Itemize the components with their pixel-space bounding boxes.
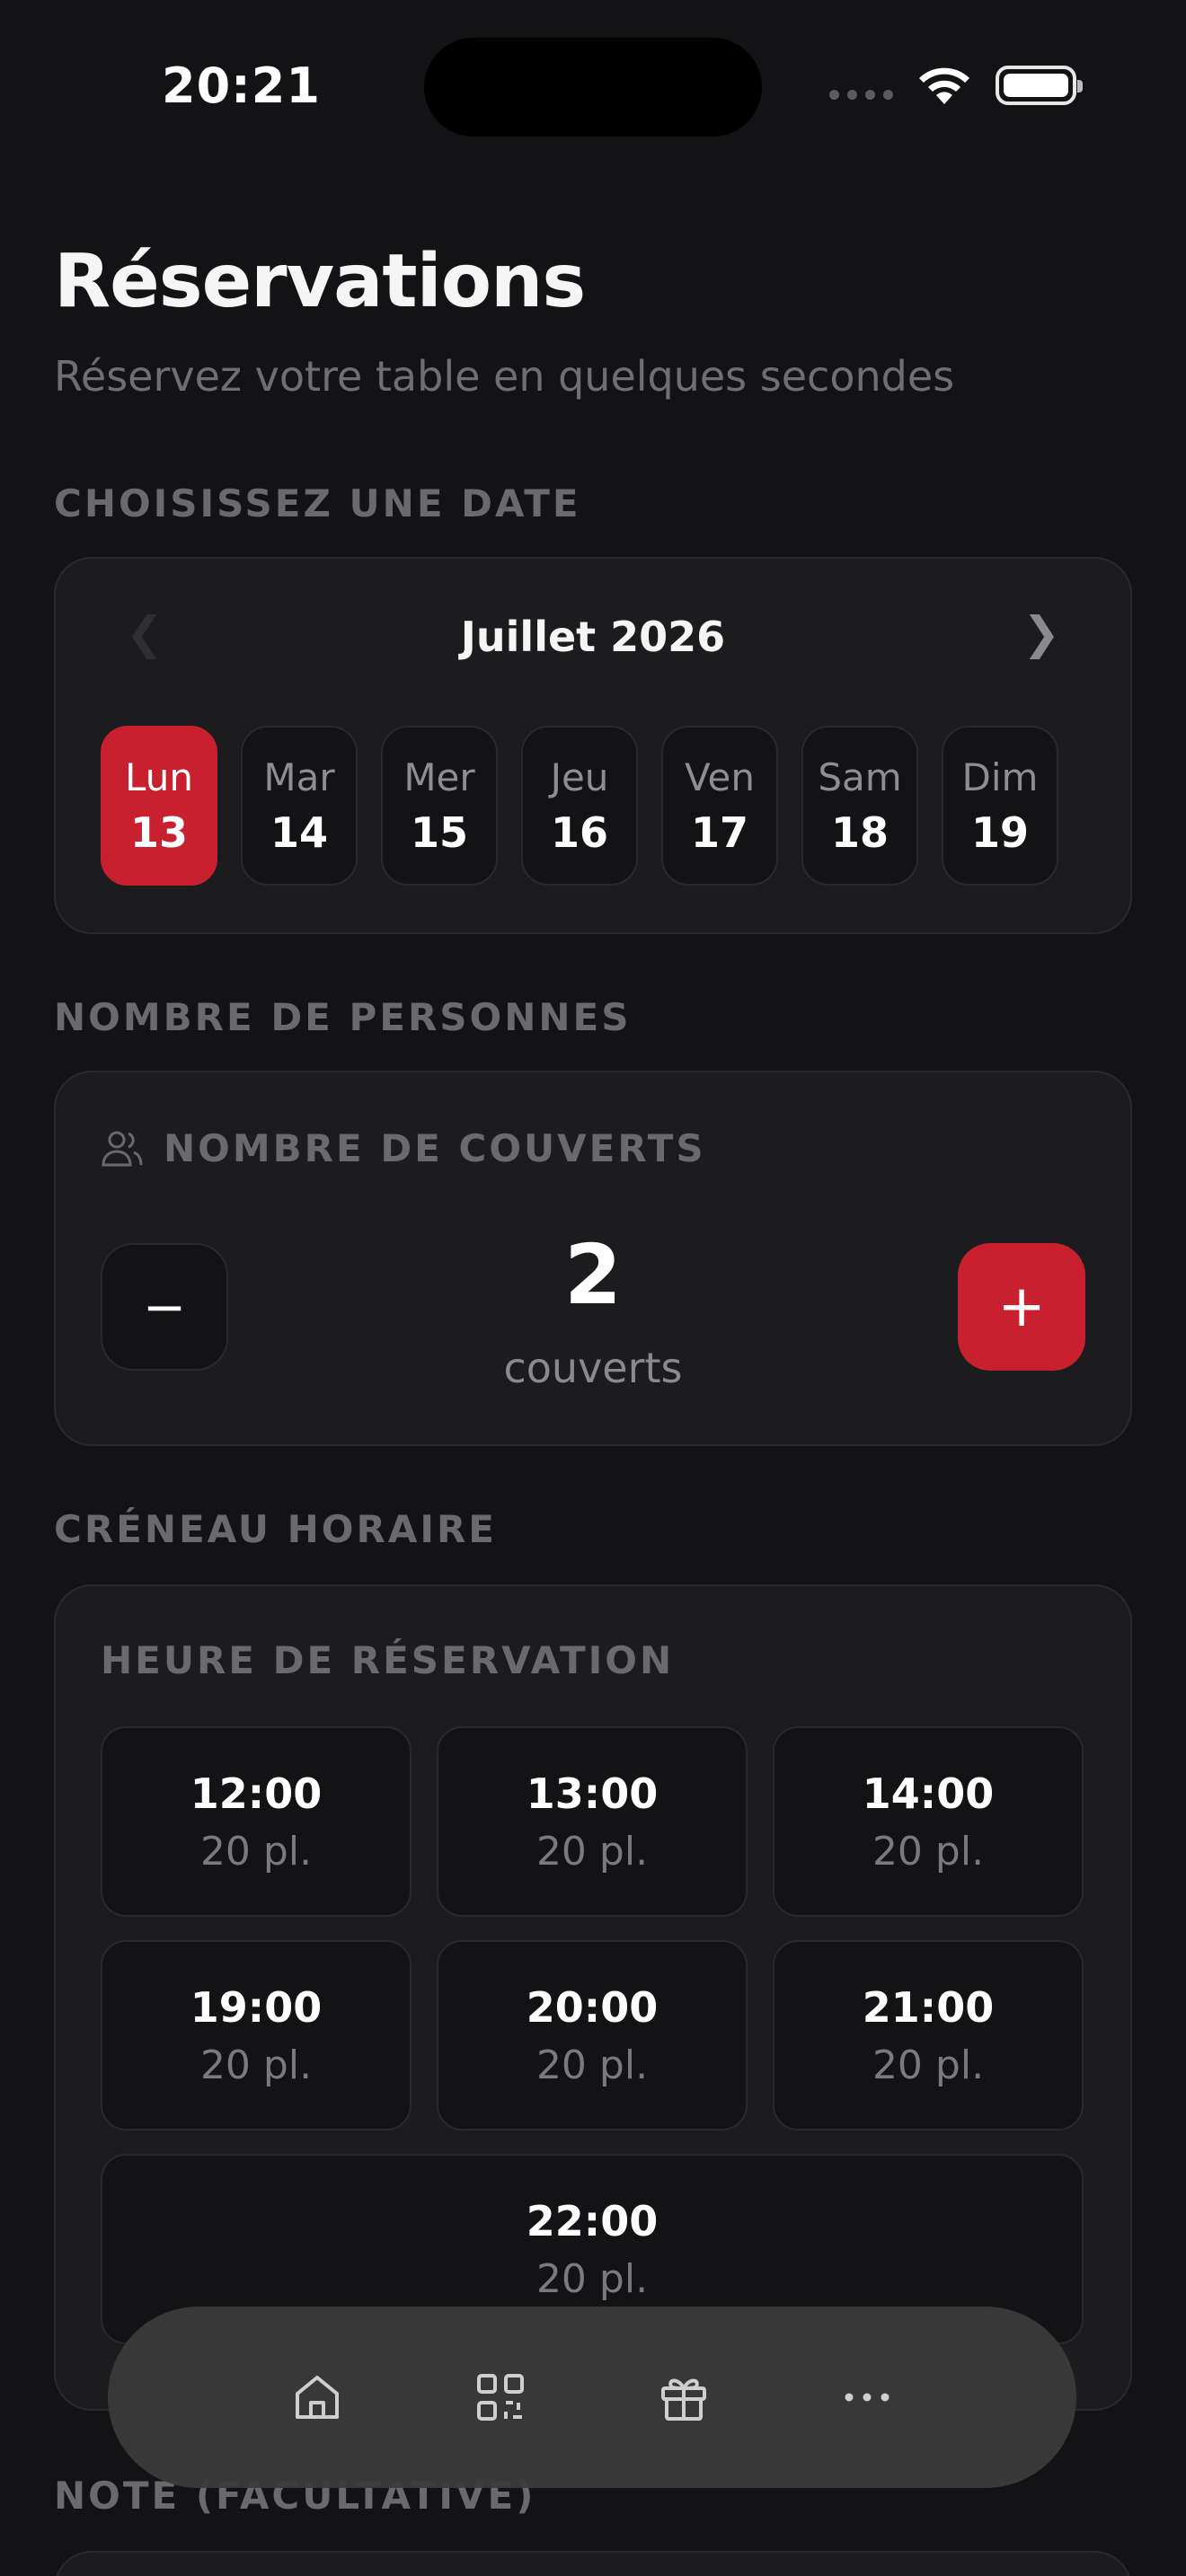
day-name: Dim (961, 754, 1039, 799)
day-number: 16 (550, 807, 608, 857)
guests-card: NOMBRE DE COUVERTS − 2 couverts + (54, 1071, 1132, 1446)
next-week-button[interactable]: ❯ (1022, 607, 1060, 659)
date-section-label: CHOISISSEZ UNE DATE (54, 481, 581, 525)
more-icon[interactable] (838, 2369, 896, 2426)
time-slot[interactable]: 20:00 20 pl. (437, 1940, 748, 2130)
day-chip[interactable]: Ven 17 (661, 726, 778, 886)
status-time: 20:21 (162, 57, 321, 114)
guests-title: NOMBRE DE COUVERTS (101, 1126, 706, 1170)
day-number: 14 (270, 807, 328, 857)
day-chip[interactable]: Mar 14 (241, 726, 358, 886)
slot-time: 20:00 (526, 1982, 659, 2032)
date-picker-card: ❮ Juillet 2026 ❯ Lun 13 Mar 14 Mer 15 Jeu 16… (54, 557, 1132, 934)
day-chip[interactable]: Dim 19 (942, 726, 1058, 886)
slot-time: 12:00 (190, 1769, 323, 1818)
slot-places: 20 pl. (199, 2042, 313, 2088)
battery-icon (996, 66, 1083, 105)
qr-code-icon[interactable] (472, 2369, 529, 2426)
slot-time: 19:00 (190, 1982, 323, 2032)
day-chip[interactable]: Sam 18 (801, 726, 918, 886)
reservations-screen: 20:21 Réservations Réservez votre table … (0, 0, 1186, 2576)
increase-guests-button[interactable]: + (958, 1243, 1085, 1371)
time-slot[interactable]: 12:00 20 pl. (101, 1726, 412, 1917)
slot-places: 20 pl. (535, 1828, 649, 1875)
time-slot[interactable]: 13:00 20 pl. (437, 1726, 748, 1917)
day-number: 18 (830, 807, 889, 857)
day-name: Jeu (550, 754, 609, 799)
gift-icon[interactable] (655, 2369, 712, 2426)
day-chip[interactable]: Mer 15 (381, 726, 498, 886)
day-name: Lun (125, 754, 193, 799)
slot-time: 22:00 (526, 2196, 659, 2245)
day-chip-selected[interactable]: Lun 13 (101, 726, 217, 886)
slot-places: 20 pl. (535, 2255, 649, 2302)
time-slot[interactable]: 19:00 20 pl. (101, 1940, 412, 2130)
time-slot[interactable]: 14:00 20 pl. (773, 1726, 1084, 1917)
bottom-tab-bar (108, 2307, 1076, 2488)
time-section-label: CRÉNEAU HORAIRE (54, 1507, 497, 1551)
cellular-signal-icon (829, 89, 893, 100)
slot-time: 13:00 (526, 1769, 659, 1818)
day-list: Lun 13 Mar 14 Mer 15 Jeu 16 Ven 17 Sam 18 Dim 1… (101, 726, 1058, 886)
month-label: Juillet 2026 (460, 613, 726, 661)
time-slots-title: HEURE DE RÉSERVATION (101, 1638, 675, 1682)
slot-places: 20 pl. (872, 2042, 985, 2088)
day-number: 15 (410, 807, 468, 857)
day-name: Ven (685, 754, 755, 799)
users-icon (102, 1131, 143, 1166)
dynamic-island (424, 38, 762, 137)
page-title: Réservations (54, 239, 586, 324)
day-number: 13 (129, 807, 188, 857)
slot-time: 21:00 (862, 1982, 995, 2032)
slot-places: 20 pl. (535, 2042, 649, 2088)
day-chip[interactable]: Jeu 16 (521, 726, 638, 886)
day-number: 19 (970, 807, 1029, 857)
day-name: Mar (263, 754, 335, 799)
guests-section-label: NOMBRE DE PERSONNES (54, 995, 632, 1039)
slot-time: 14:00 (862, 1769, 995, 1818)
time-slot[interactable]: 21:00 20 pl. (773, 1940, 1084, 2130)
guests-title-text: NOMBRE DE COUVERTS (164, 1126, 706, 1170)
page-subtitle: Réservez votre table en quelques seconde… (54, 352, 955, 401)
status-icons (829, 65, 1083, 106)
slot-places: 20 pl. (872, 1828, 985, 1875)
day-name: Mer (403, 754, 475, 799)
day-number: 17 (690, 807, 748, 857)
wifi-icon (919, 67, 969, 104)
day-name: Sam (818, 754, 902, 799)
slot-places: 20 pl. (199, 1828, 313, 1875)
time-slots-card: HEURE DE RÉSERVATION 12:00 20 pl. 13:00 20… (54, 1584, 1132, 2411)
home-icon[interactable] (288, 2369, 346, 2426)
note-input-card[interactable] (54, 2551, 1132, 2576)
